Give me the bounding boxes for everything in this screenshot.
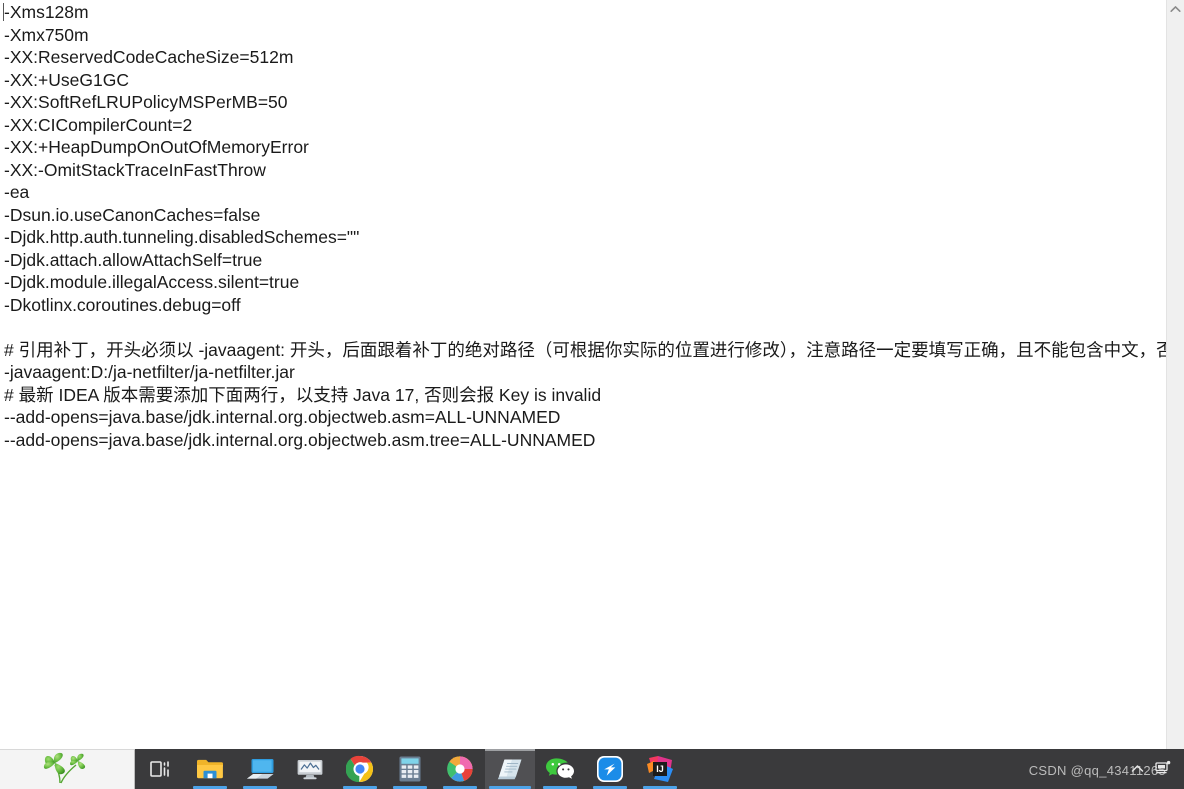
editor-line: -XX:CICompilerCount=2: [4, 114, 193, 135]
taskbar-item-dingtalk[interactable]: [585, 749, 635, 789]
scroll-up-button[interactable]: [1167, 0, 1184, 18]
taskbar-item-remote-desktop[interactable]: [235, 749, 285, 789]
svg-text:IJ: IJ: [656, 764, 664, 774]
taskbar-item-notepad[interactable]: [485, 749, 535, 789]
wechat-icon: [545, 754, 575, 784]
editor-line: -XX:+UseG1GC: [4, 69, 129, 90]
editor-line: -javaagent:D:/ja-netfilter/ja-netfilter.…: [4, 362, 295, 382]
editor-line: -ea: [4, 182, 30, 202]
system-tray: [1124, 749, 1184, 789]
color-swirl-icon: [445, 754, 475, 784]
editor-line: -Djdk.http.auth.tunneling.disabledScheme…: [4, 227, 360, 247]
intellij-idea-icon: IJ: [645, 754, 675, 784]
editor-line: -XX:SoftRefLRUPolicyMSPerMB=50: [4, 92, 288, 112]
taskbar: IJ: [0, 749, 1184, 789]
taskbar-item-chrome[interactable]: [335, 749, 385, 789]
editor-line: -XX:-OmitStackTraceInFastThrow: [4, 159, 266, 180]
dingtalk-icon: [595, 754, 625, 784]
editor-line: --add-opens=java.base/jdk.internal.org.o…: [4, 429, 596, 450]
editor-line: -XX:+HeapDumpOnOutOfMemoryError: [4, 137, 309, 157]
clover-icon: [40, 750, 94, 789]
chevron-up-icon: [1170, 5, 1181, 13]
text-editor-surface[interactable]: -Xms128m -Xmx750m -XX:ReservedCodeCacheSiz…: [0, 0, 1166, 749]
notepad-icon: [495, 754, 525, 784]
show-hidden-icons-button[interactable]: [1124, 749, 1150, 789]
taskbar-item-calculator[interactable]: [385, 749, 435, 789]
text-editor-content[interactable]: -Xms128m -Xmx750m -XX:ReservedCodeCacheSiz…: [0, 0, 1166, 451]
folder-icon: [195, 754, 225, 784]
taskbar-item-folder[interactable]: [185, 749, 235, 789]
editor-line: -Dsun.io.useCanonCaches=false: [4, 204, 261, 225]
screen: -Xms128m -Xmx750m -XX:ReservedCodeCacheSiz…: [0, 0, 1184, 789]
editor-line: -Xms128m: [4, 2, 89, 22]
taskbar-item-wechat[interactable]: [535, 749, 585, 789]
taskbar-item-intellij-idea[interactable]: IJ: [635, 749, 685, 789]
chrome-icon: [345, 754, 375, 784]
editor-line: # 最新 IDEA 版本需要添加下面两行，以支持 Java 17, 否则会报 K…: [4, 384, 602, 405]
taskbar-items: IJ: [135, 749, 685, 789]
editor-line: -Dkotlinx.coroutines.debug=off: [4, 294, 241, 315]
chevron-up-icon: [1131, 760, 1144, 778]
remote-desktop-icon: [245, 754, 275, 784]
task-view-icon: [145, 754, 175, 784]
editor-line: # 引用补丁，开头必须以 -javaagent: 开头，后面跟着补丁的绝对路径（…: [4, 339, 1166, 360]
editor-line: -Djdk.attach.allowAttachSelf=true: [4, 249, 263, 270]
network-status-button[interactable]: [1150, 749, 1176, 789]
vertical-scrollbar[interactable]: [1166, 0, 1184, 749]
calculator-icon: [395, 754, 425, 784]
scrollbar-thumb[interactable]: [1167, 18, 1184, 718]
editor-line: -XX:ReservedCodeCacheSize=512m: [4, 47, 294, 67]
clover-start-panel[interactable]: [0, 749, 135, 789]
editor-line: -Djdk.module.illegalAccess.silent=true: [4, 272, 300, 292]
editor-line: -Xmx750m: [4, 24, 89, 45]
taskbar-item-monitor-chart[interactable]: [285, 749, 335, 789]
monitor-chart-icon: [295, 754, 325, 784]
network-icon: [1154, 760, 1172, 779]
taskbar-item-task-view[interactable]: [135, 749, 185, 789]
taskbar-item-color-swirl[interactable]: [435, 749, 485, 789]
editor-line: --add-opens=java.base/jdk.internal.org.o…: [4, 407, 561, 427]
